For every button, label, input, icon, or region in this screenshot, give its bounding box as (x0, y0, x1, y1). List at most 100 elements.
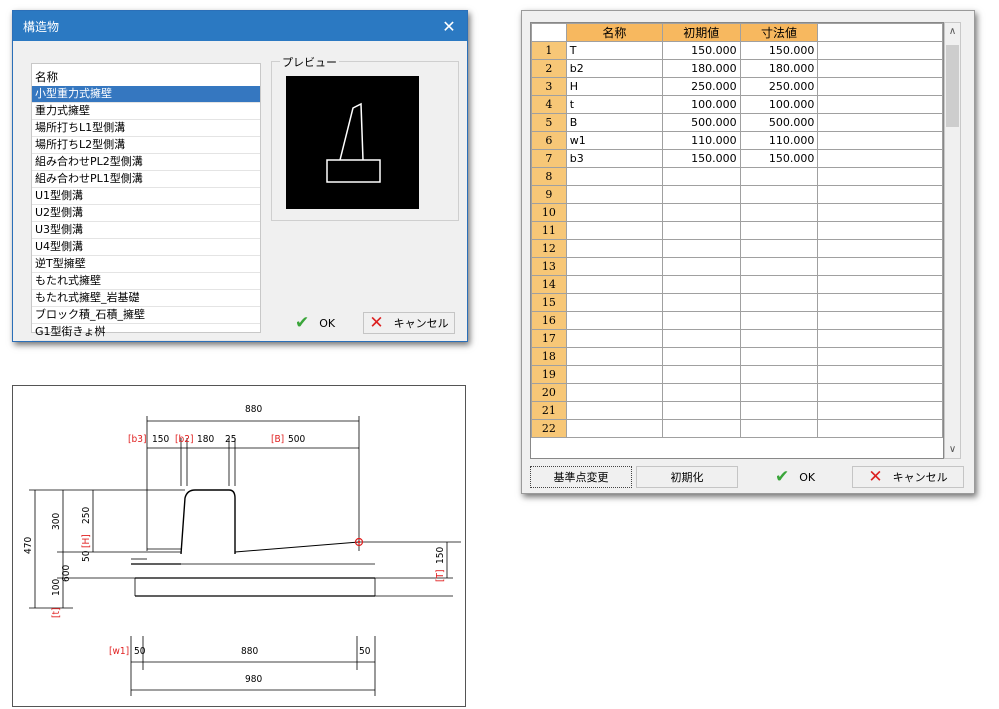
param-name-cell[interactable]: w1 (565, 131, 663, 150)
row-number[interactable]: 2 (531, 59, 567, 78)
empty-cell[interactable] (565, 329, 663, 348)
empty-cell[interactable] (565, 311, 663, 330)
empty-cell[interactable] (739, 329, 819, 348)
param-initial-cell[interactable]: 500.000 (661, 113, 741, 132)
param-value-cell[interactable]: 500.000 (739, 113, 819, 132)
row-number[interactable]: 10 (531, 203, 567, 222)
empty-cell[interactable] (565, 401, 663, 420)
row-number[interactable]: 13 (531, 257, 567, 276)
empty-cell[interactable] (739, 203, 819, 222)
empty-cell[interactable] (739, 347, 819, 366)
empty-cell[interactable] (739, 311, 819, 330)
empty-cell[interactable] (739, 275, 819, 294)
grid-cancel-button[interactable]: ✕ キャンセル (852, 466, 964, 488)
list-item[interactable]: もたれ式擁壁 (32, 273, 260, 290)
header-initial[interactable]: 初期値 (661, 23, 741, 42)
param-initial-cell[interactable]: 180.000 (661, 59, 741, 78)
empty-cell[interactable] (565, 185, 663, 204)
header-value[interactable]: 寸法値 (739, 23, 819, 42)
empty-cell[interactable] (739, 257, 819, 276)
param-value-cell[interactable]: 100.000 (739, 95, 819, 114)
scroll-thumb[interactable] (946, 45, 959, 127)
grid-ok-button[interactable]: ✔ OK (744, 466, 846, 488)
empty-cell[interactable] (565, 221, 663, 240)
row-number[interactable]: 3 (531, 77, 567, 96)
row-number[interactable]: 6 (531, 131, 567, 150)
param-name-cell[interactable]: b2 (565, 59, 663, 78)
row-number[interactable]: 17 (531, 329, 567, 348)
empty-cell[interactable] (565, 293, 663, 312)
param-value-cell[interactable]: 150.000 (739, 41, 819, 60)
list-item[interactable]: 場所打ちL2型側溝 (32, 137, 260, 154)
row-number[interactable]: 9 (531, 185, 567, 204)
list-item[interactable]: 小型重力式擁壁 (32, 86, 260, 103)
empty-cell[interactable] (739, 293, 819, 312)
list-item[interactable]: U1型側溝 (32, 188, 260, 205)
param-name-cell[interactable]: b3 (565, 149, 663, 168)
empty-cell[interactable] (565, 365, 663, 384)
empty-cell[interactable] (661, 221, 741, 240)
param-initial-cell[interactable]: 150.000 (661, 41, 741, 60)
empty-cell[interactable] (565, 419, 663, 438)
ok-button[interactable]: ✔ OK (271, 312, 359, 334)
param-name-cell[interactable]: B (565, 113, 663, 132)
list-item[interactable]: 場所打ちL1型側溝 (32, 120, 260, 137)
row-number[interactable]: 22 (531, 419, 567, 438)
param-value-cell[interactable]: 150.000 (739, 149, 819, 168)
scroll-down-icon[interactable]: ∨ (945, 441, 960, 458)
param-initial-cell[interactable]: 250.000 (661, 77, 741, 96)
empty-cell[interactable] (565, 257, 663, 276)
vertical-scrollbar[interactable]: ∧ ∨ (944, 22, 961, 459)
list-item[interactable]: 重力式擁壁 (32, 103, 260, 120)
list-item[interactable]: ブロック積_石積_擁壁 (32, 307, 260, 324)
empty-cell[interactable] (739, 401, 819, 420)
empty-cell[interactable] (661, 257, 741, 276)
param-initial-cell[interactable]: 100.000 (661, 95, 741, 114)
empty-cell[interactable] (739, 365, 819, 384)
row-number[interactable]: 1 (531, 41, 567, 60)
empty-cell[interactable] (661, 239, 741, 258)
list-item[interactable]: U3型側溝 (32, 222, 260, 239)
row-number[interactable]: 21 (531, 401, 567, 420)
empty-cell[interactable] (565, 203, 663, 222)
list-item[interactable]: G1型街きょ桝 (32, 324, 260, 341)
param-initial-cell[interactable]: 150.000 (661, 149, 741, 168)
empty-cell[interactable] (661, 383, 741, 402)
empty-cell[interactable] (739, 185, 819, 204)
empty-cell[interactable] (565, 347, 663, 366)
empty-cell[interactable] (661, 185, 741, 204)
row-number[interactable]: 16 (531, 311, 567, 330)
row-number[interactable]: 15 (531, 293, 567, 312)
row-number[interactable]: 19 (531, 365, 567, 384)
empty-cell[interactable] (661, 329, 741, 348)
row-number[interactable]: 11 (531, 221, 567, 240)
empty-cell[interactable] (661, 275, 741, 294)
row-number[interactable]: 8 (531, 167, 567, 186)
list-item[interactable]: U2型側溝 (32, 205, 260, 222)
cancel-button[interactable]: ✕ キャンセル (363, 312, 455, 334)
empty-cell[interactable] (739, 419, 819, 438)
empty-cell[interactable] (661, 365, 741, 384)
empty-cell[interactable] (739, 383, 819, 402)
empty-cell[interactable] (565, 239, 663, 258)
empty-cell[interactable] (661, 167, 741, 186)
empty-cell[interactable] (661, 347, 741, 366)
param-value-cell[interactable]: 250.000 (739, 77, 819, 96)
empty-cell[interactable] (565, 167, 663, 186)
list-item[interactable]: 組み合わせPL1型側溝 (32, 171, 260, 188)
row-number[interactable]: 14 (531, 275, 567, 294)
empty-cell[interactable] (565, 275, 663, 294)
param-name-cell[interactable]: H (565, 77, 663, 96)
empty-cell[interactable] (661, 311, 741, 330)
row-number[interactable]: 18 (531, 347, 567, 366)
empty-cell[interactable] (661, 293, 741, 312)
param-value-cell[interactable]: 180.000 (739, 59, 819, 78)
empty-cell[interactable] (661, 401, 741, 420)
empty-cell[interactable] (739, 167, 819, 186)
row-number[interactable]: 7 (531, 149, 567, 168)
param-name-cell[interactable]: t (565, 95, 663, 114)
list-item[interactable]: 逆T型擁壁 (32, 256, 260, 273)
scroll-up-icon[interactable]: ∧ (945, 23, 960, 40)
list-item[interactable]: U4型側溝 (32, 239, 260, 256)
param-name-cell[interactable]: T (565, 41, 663, 60)
